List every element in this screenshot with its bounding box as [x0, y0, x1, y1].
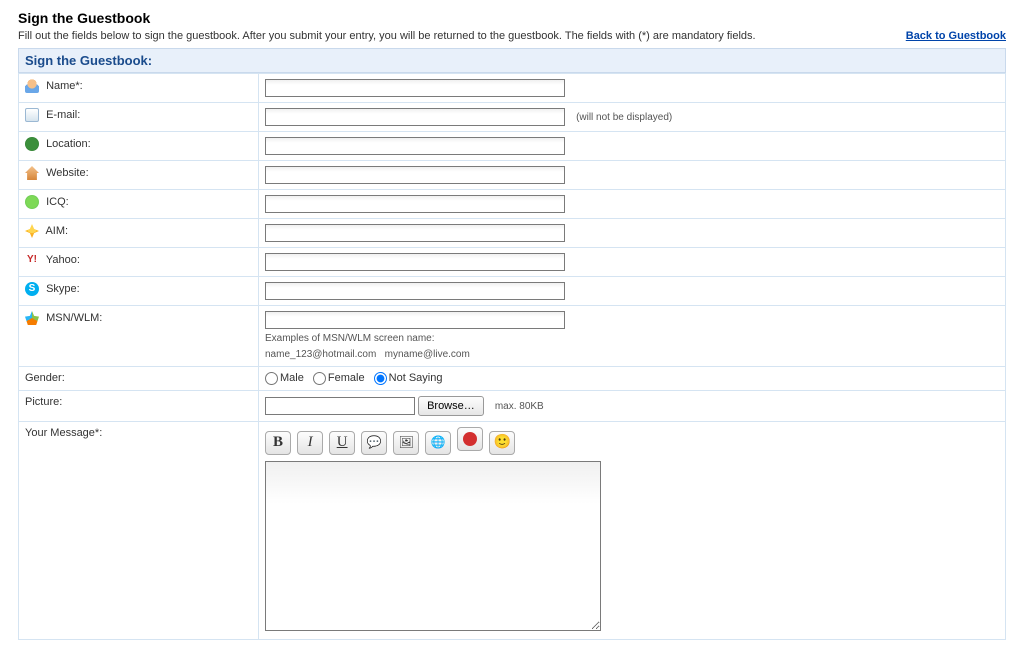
- gender-label: Gender:: [25, 372, 65, 384]
- quote-button[interactable]: 💬: [361, 431, 387, 455]
- page-title: Sign the Guestbook: [18, 10, 1006, 26]
- msn-example-values: name_123@hotmail.com myname@live.com: [265, 348, 999, 361]
- icq-label: ICQ:: [46, 196, 69, 208]
- bold-button[interactable]: B: [265, 431, 291, 455]
- flash-button[interactable]: [457, 427, 483, 451]
- skype-label: Skype:: [46, 283, 80, 295]
- skype-icon: S: [25, 282, 39, 296]
- skype-input[interactable]: [265, 282, 565, 300]
- image-button[interactable]: 🖼: [393, 431, 419, 455]
- location-label: Location:: [46, 138, 91, 150]
- editor-toolbar: B I U 💬 🖼 🌐 🙂: [265, 427, 999, 455]
- smiley-button[interactable]: 🙂: [489, 431, 515, 455]
- aim-input[interactable]: [265, 224, 565, 242]
- link-icon: 🌐: [431, 435, 446, 450]
- gender-notsaying-radio[interactable]: [374, 372, 387, 385]
- yahoo-input[interactable]: [265, 253, 565, 271]
- msn-label: MSN/WLM:: [46, 312, 102, 324]
- section-header: Sign the Guestbook:: [18, 48, 1006, 73]
- intro-text: Fill out the fields below to sign the gu…: [18, 30, 756, 42]
- globe-icon: [25, 137, 39, 151]
- gender-male-label: Male: [280, 372, 304, 384]
- msn-icon: [25, 311, 39, 325]
- gender-radio-group: Male Female Not Saying: [259, 367, 1006, 391]
- message-label: Your Message*:: [25, 427, 102, 439]
- picture-label: Picture:: [25, 396, 62, 408]
- aim-icon: [25, 224, 39, 238]
- italic-button[interactable]: I: [297, 431, 323, 455]
- icq-input[interactable]: [265, 195, 565, 213]
- image-icon: 🖼: [399, 435, 414, 450]
- link-button[interactable]: 🌐: [425, 431, 451, 455]
- email-label: E-mail:: [46, 109, 80, 121]
- name-input[interactable]: [265, 79, 565, 97]
- mail-icon: [25, 108, 39, 122]
- icq-icon: [25, 195, 39, 209]
- gender-notsaying-label: Not Saying: [389, 372, 443, 384]
- picture-path-display: [265, 397, 415, 415]
- home-icon: [25, 166, 39, 180]
- picture-hint: max. 80KB: [495, 401, 544, 412]
- msn-input[interactable]: [265, 311, 565, 329]
- browse-button[interactable]: Browse…: [418, 396, 484, 416]
- guestbook-form-table: Name*: E-mail: (will not be displayed) L…: [18, 73, 1006, 640]
- person-icon: [25, 79, 39, 93]
- yahoo-label: Yahoo:: [46, 254, 80, 266]
- gender-female-radio[interactable]: [313, 372, 326, 385]
- website-label: Website:: [46, 167, 89, 179]
- email-hint: (will not be displayed): [576, 112, 672, 123]
- msn-example-heading: Examples of MSN/WLM screen name:: [265, 332, 999, 345]
- name-label: Name*:: [46, 80, 83, 92]
- location-input[interactable]: [265, 137, 565, 155]
- underline-button[interactable]: U: [329, 431, 355, 455]
- email-input[interactable]: [265, 108, 565, 126]
- smiley-icon: 🙂: [494, 434, 511, 451]
- website-input[interactable]: [265, 166, 565, 184]
- back-to-guestbook-link[interactable]: Back to Guestbook: [906, 30, 1006, 42]
- flash-icon: [463, 432, 477, 446]
- aim-label: AIM:: [45, 225, 68, 237]
- quote-icon: 💬: [367, 435, 382, 450]
- yahoo-icon: Y!: [25, 253, 39, 267]
- gender-female-label: Female: [328, 372, 365, 384]
- gender-male-radio[interactable]: [265, 372, 278, 385]
- message-textarea[interactable]: [265, 461, 601, 631]
